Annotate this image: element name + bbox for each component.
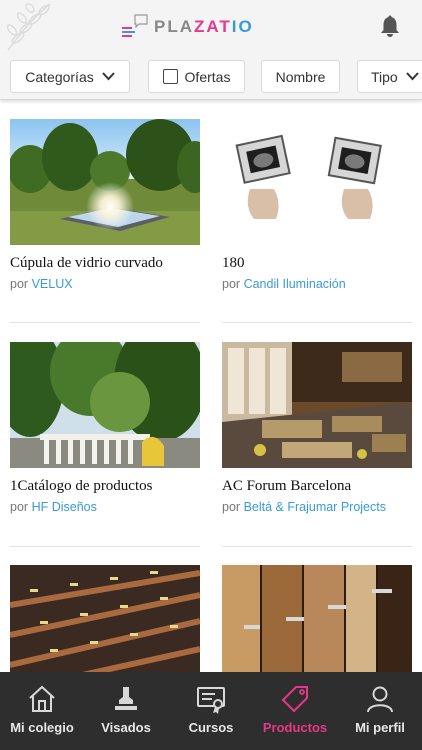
tag-icon xyxy=(281,686,308,713)
nav-label: Productos xyxy=(262,720,328,735)
product-brand: por Candil Iluminación xyxy=(222,277,412,291)
bell-icon[interactable] xyxy=(380,15,400,37)
laurel-decoration-icon xyxy=(6,2,51,51)
type-dropdown[interactable]: Tipo xyxy=(357,60,422,93)
app-logo[interactable]: PLAZATIO xyxy=(120,13,254,41)
checkbox-icon[interactable] xyxy=(162,69,178,84)
chevron-down-icon xyxy=(101,72,115,81)
logo-text-middle: ZAT xyxy=(194,17,232,36)
categories-label: Categorías xyxy=(25,68,94,85)
product-by-prefix: por xyxy=(10,277,29,291)
product-brand-link[interactable]: Candil Iluminación xyxy=(244,277,346,291)
row-divider xyxy=(222,322,412,323)
filter-bar: Categorías Ofertas Nombre Tipo xyxy=(0,54,422,100)
offers-label: Ofertas xyxy=(184,68,231,85)
bottom-navigation: Mi colegio Visados Cursos Productos Mi p… xyxy=(0,672,422,750)
product-card[interactable]: 1Catálogo de productos por HF Diseños xyxy=(10,342,200,514)
product-brand-link[interactable]: HF Diseños xyxy=(32,500,97,514)
nav-label: Mi colegio xyxy=(10,720,74,735)
categories-dropdown[interactable]: Categorías xyxy=(10,60,130,93)
nav-label: Mi perfil xyxy=(355,720,405,735)
nav-item-productos[interactable]: Productos xyxy=(253,672,337,750)
type-label: Tipo xyxy=(371,68,398,85)
product-brand: por Beltá & Frajumar Projects xyxy=(222,500,412,514)
logo-text-suffix: IO xyxy=(231,17,254,36)
nav-label: Visados xyxy=(101,720,151,735)
product-brand: por HF Diseños xyxy=(10,500,200,514)
product-brand-link[interactable]: Beltá & Frajumar Projects xyxy=(244,500,386,514)
product-image-garden[interactable] xyxy=(10,342,200,468)
offers-checkbox[interactable]: Ofertas xyxy=(148,60,245,93)
product-by-prefix: por xyxy=(222,500,241,514)
product-image-lobby[interactable] xyxy=(222,342,412,468)
school-icon xyxy=(29,685,55,712)
product-title[interactable]: Cúpula de vidrio curvado xyxy=(10,255,200,272)
user-icon xyxy=(367,686,393,713)
logo-text-prefix: PLA xyxy=(154,17,194,36)
app-logo-text: PLAZATIO xyxy=(154,17,254,37)
nav-item-mi-colegio[interactable]: Mi colegio xyxy=(0,672,84,750)
stamp-icon xyxy=(115,687,137,710)
nav-item-cursos[interactable]: Cursos xyxy=(169,672,253,750)
chat-bubble-icon xyxy=(122,14,148,37)
row-divider xyxy=(10,322,200,323)
product-brand: por VELUX xyxy=(10,277,200,291)
sort-name-button[interactable]: Nombre xyxy=(261,60,340,93)
product-image-downlights[interactable] xyxy=(222,119,412,245)
product-title[interactable]: 1Catálogo de productos xyxy=(10,478,200,495)
product-by-prefix: por xyxy=(222,277,241,291)
nav-item-mi-perfil[interactable]: Mi perfil xyxy=(338,672,422,750)
nav-item-visados[interactable]: Visados xyxy=(84,672,168,750)
product-brand-link[interactable]: VELUX xyxy=(32,277,73,291)
app-header: PLAZATIO xyxy=(0,0,422,54)
product-by-prefix: por xyxy=(10,500,29,514)
row-divider xyxy=(10,546,200,547)
product-card[interactable]: 180 por Candil Iluminación xyxy=(222,119,412,291)
row-divider xyxy=(222,546,412,547)
product-card[interactable]: Cúpula de vidrio curvado por VELUX xyxy=(10,119,200,291)
sort-name-label: Nombre xyxy=(275,68,326,85)
chevron-down-icon xyxy=(405,72,419,81)
product-title[interactable]: 180 xyxy=(222,255,412,272)
product-image-skylight[interactable] xyxy=(10,119,200,245)
nav-label: Cursos xyxy=(188,720,234,735)
product-title[interactable]: AC Forum Barcelona xyxy=(222,478,412,495)
certificate-icon xyxy=(197,687,225,714)
product-card[interactable]: AC Forum Barcelona por Beltá & Frajumar … xyxy=(222,342,412,514)
